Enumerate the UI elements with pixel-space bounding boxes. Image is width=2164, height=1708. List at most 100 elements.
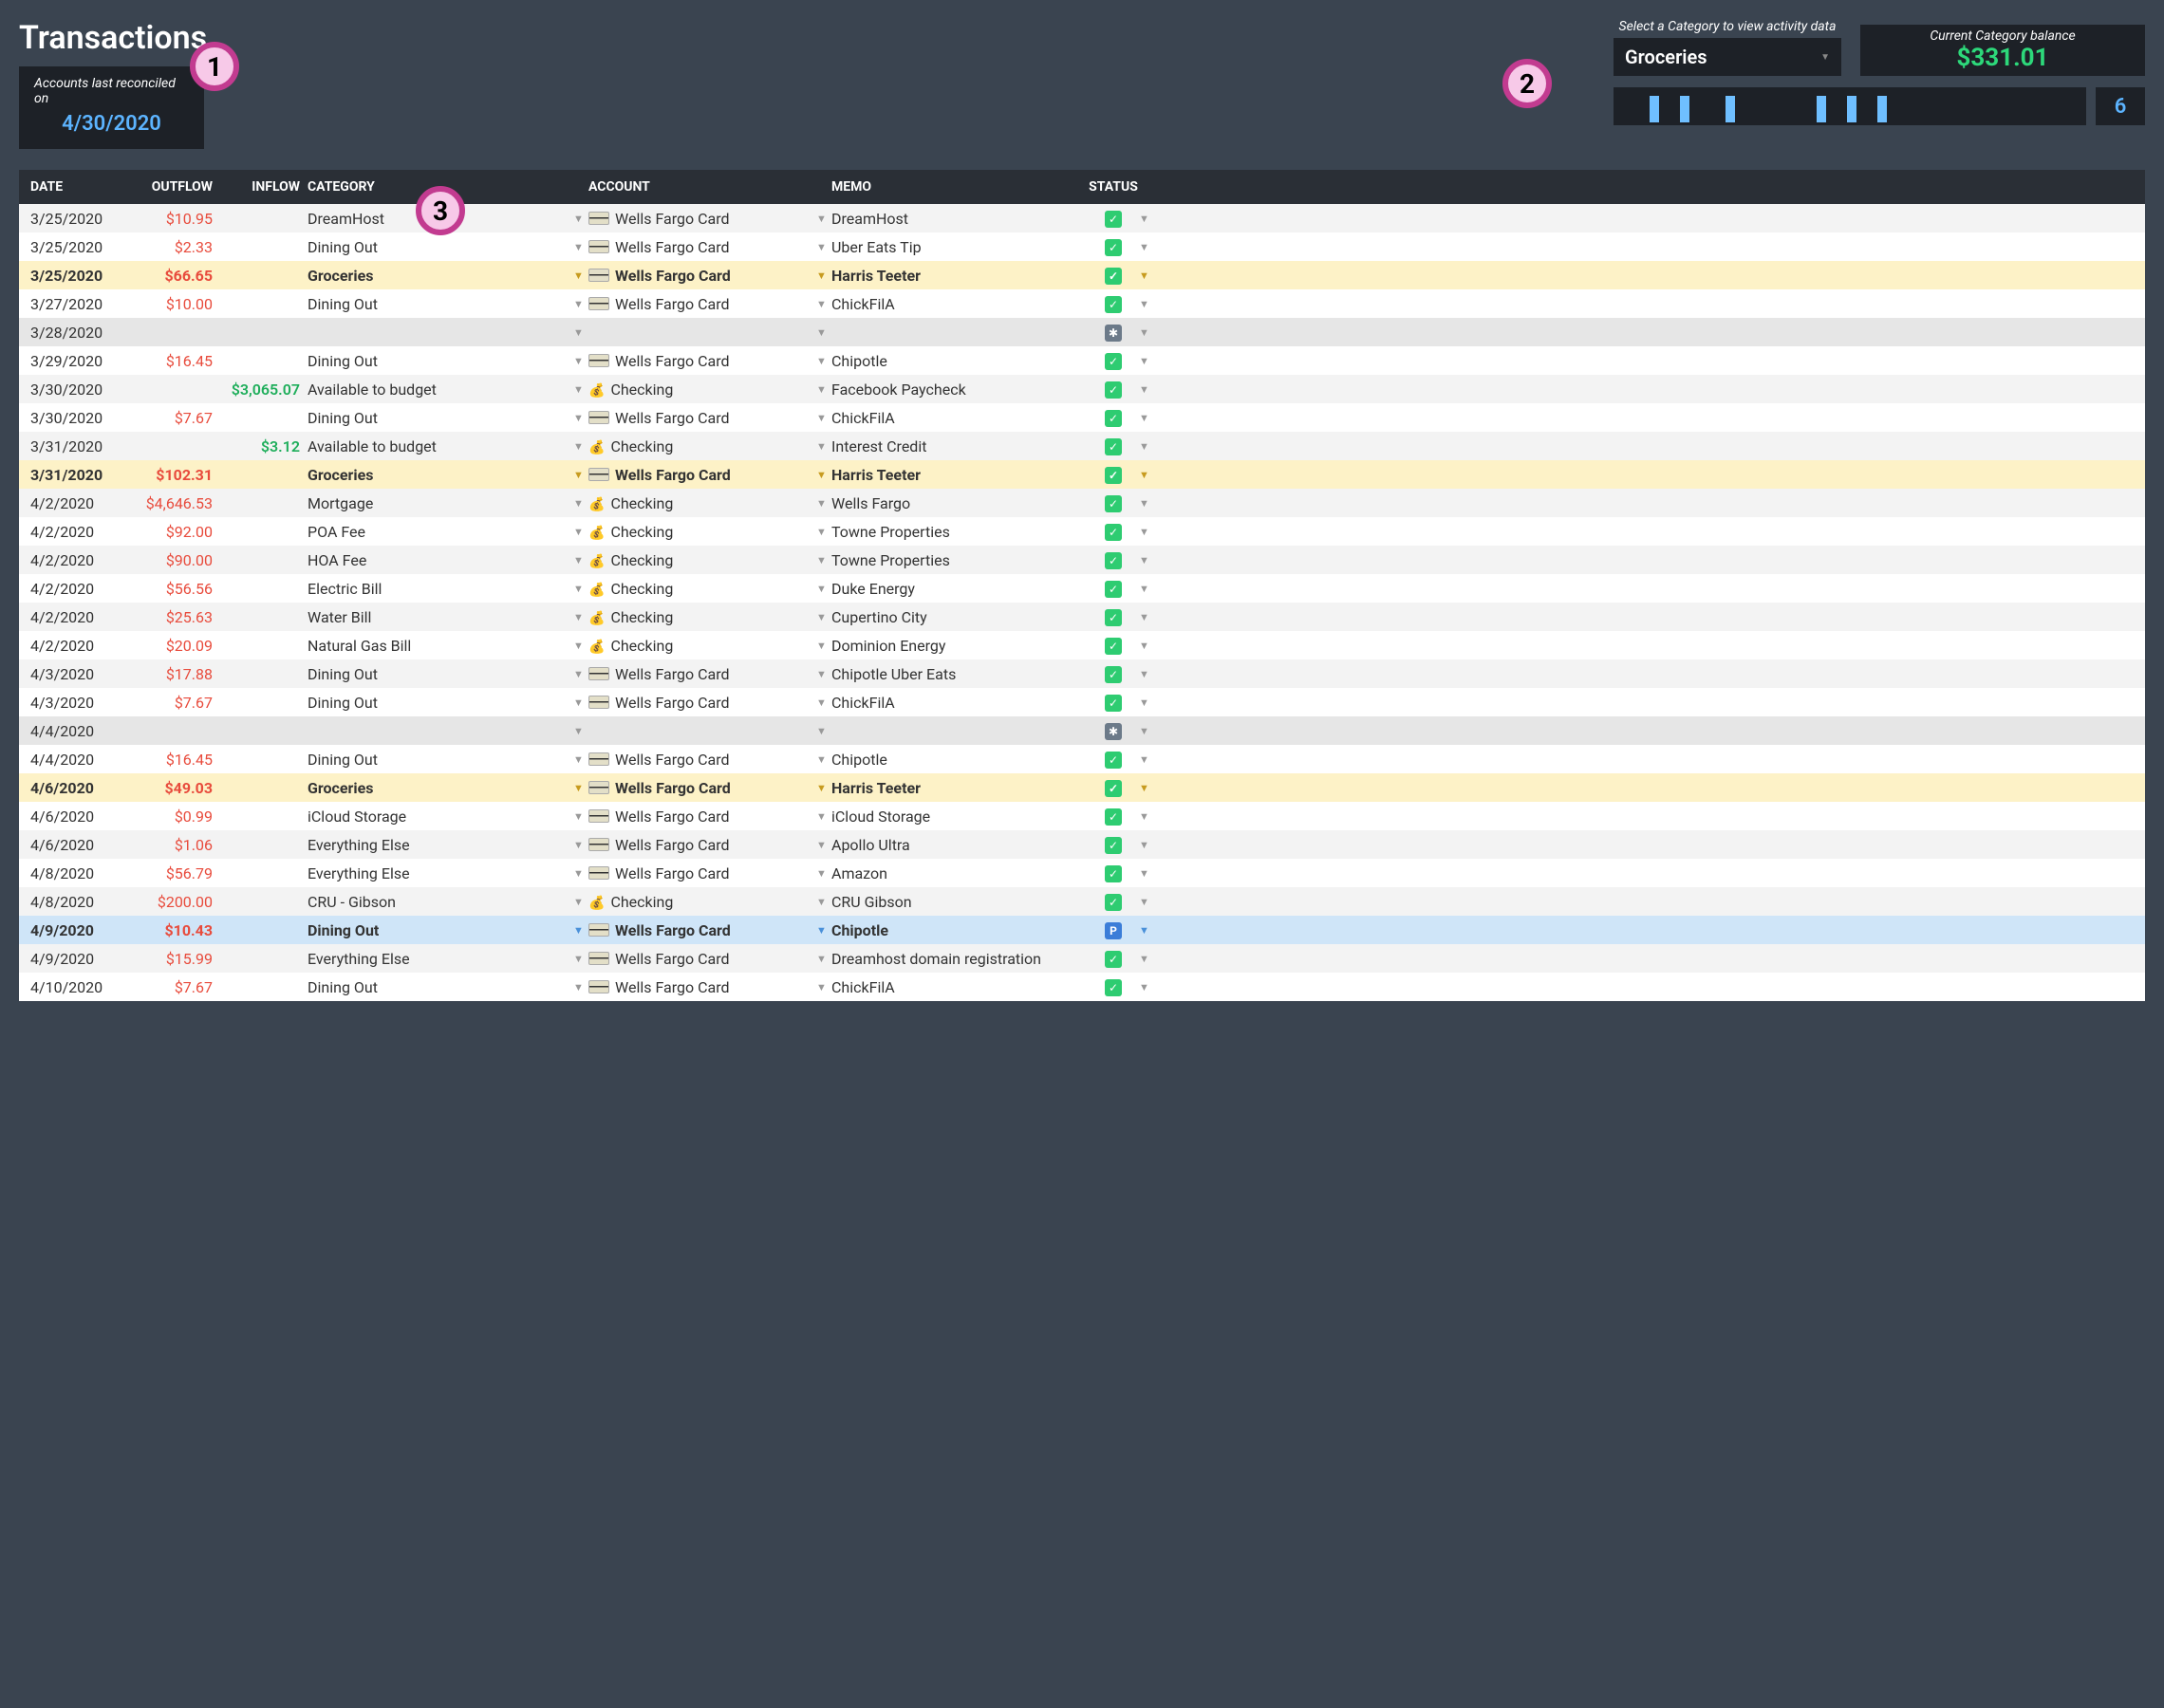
cell-category[interactable]: Groceries	[308, 267, 573, 285]
account-dropdown-icon[interactable]: ▼	[816, 554, 831, 566]
account-dropdown-icon[interactable]: ▼	[816, 440, 831, 453]
table-row[interactable]: 4/8/2020$56.79Everything Else▼Wells Farg…	[19, 859, 2145, 887]
cell-account[interactable]: Wells Fargo Card	[588, 409, 816, 427]
category-dropdown-icon[interactable]: ▼	[573, 269, 588, 282]
category-dropdown-icon[interactable]: ▼	[573, 725, 588, 737]
cell-account[interactable]: Checking	[588, 381, 816, 399]
table-row[interactable]: 4/6/2020$1.06Everything Else▼Wells Fargo…	[19, 830, 2145, 859]
col-inflow[interactable]: INFLOW	[220, 179, 308, 195]
cell-account[interactable]: Checking	[588, 551, 816, 569]
cell-outflow[interactable]: $56.56	[125, 580, 220, 598]
cell-outflow[interactable]: $10.43	[125, 921, 220, 939]
cell-outflow[interactable]: $90.00	[125, 551, 220, 569]
cell-account[interactable]: Wells Fargo Card	[588, 921, 816, 939]
table-row[interactable]: 4/9/2020$15.99Everything Else▼Wells Farg…	[19, 944, 2145, 973]
cell-account[interactable]: Checking	[588, 580, 816, 598]
category-dropdown-icon[interactable]: ▼	[573, 953, 588, 965]
cell-category[interactable]: Groceries	[308, 466, 573, 484]
account-dropdown-icon[interactable]: ▼	[816, 497, 831, 510]
status-dropdown-icon[interactable]: ▼	[1139, 611, 1164, 623]
cell-status[interactable]: ✓	[1088, 294, 1139, 313]
cell-outflow[interactable]: $7.67	[125, 694, 220, 712]
cell-outflow[interactable]: $200.00	[125, 893, 220, 911]
cell-status[interactable]: ✓	[1088, 636, 1139, 655]
cell-category[interactable]: Electric Bill	[308, 580, 573, 598]
category-dropdown-icon[interactable]: ▼	[573, 469, 588, 481]
cell-date[interactable]: 4/8/2020	[30, 893, 125, 911]
cell-date[interactable]: 4/10/2020	[30, 978, 125, 996]
cell-status[interactable]: P	[1088, 920, 1139, 939]
cell-inflow[interactable]: $3.12	[220, 437, 308, 455]
cell-status[interactable]: ✓	[1088, 579, 1139, 598]
status-dropdown-icon[interactable]: ▼	[1139, 412, 1164, 424]
cell-status[interactable]: ✓	[1088, 522, 1139, 541]
table-row[interactable]: 4/3/2020$7.67Dining Out▼Wells Fargo Card…	[19, 688, 2145, 716]
cell-date[interactable]: 3/27/2020	[30, 295, 125, 313]
table-row[interactable]: 3/31/2020$3.12Available to budget▼Checki…	[19, 432, 2145, 460]
account-dropdown-icon[interactable]: ▼	[816, 213, 831, 225]
cell-status[interactable]: ✓	[1088, 778, 1139, 797]
account-dropdown-icon[interactable]: ▼	[816, 469, 831, 481]
category-dropdown-icon[interactable]: ▼	[573, 640, 588, 652]
cell-category[interactable]: Dining Out	[308, 238, 573, 256]
cell-outflow[interactable]: $10.00	[125, 295, 220, 313]
table-row[interactable]: 4/4/2020▼▼✱▼	[19, 716, 2145, 745]
cell-memo[interactable]: ChickFilA	[831, 295, 1088, 313]
cell-status[interactable]: ✓	[1088, 750, 1139, 769]
cell-memo[interactable]: Uber Eats Tip	[831, 238, 1088, 256]
account-dropdown-icon[interactable]: ▼	[816, 640, 831, 652]
cell-account[interactable]: Wells Fargo Card	[588, 665, 816, 683]
status-dropdown-icon[interactable]: ▼	[1139, 269, 1164, 282]
table-row[interactable]: 4/4/2020$16.45Dining Out▼Wells Fargo Car…	[19, 745, 2145, 773]
cell-status[interactable]: ✓	[1088, 493, 1139, 512]
category-dropdown-icon[interactable]: ▼	[573, 696, 588, 709]
status-dropdown-icon[interactable]: ▼	[1139, 782, 1164, 794]
cell-memo[interactable]: Dominion Energy	[831, 637, 1088, 655]
cell-account[interactable]: Wells Fargo Card	[588, 751, 816, 769]
cell-account[interactable]: Wells Fargo Card	[588, 808, 816, 826]
cell-memo[interactable]: DreamHost	[831, 210, 1088, 228]
cell-status[interactable]: ✓	[1088, 266, 1139, 285]
cell-category[interactable]: CRU - Gibson	[308, 893, 573, 911]
account-dropdown-icon[interactable]: ▼	[816, 298, 831, 310]
cell-account[interactable]: Wells Fargo Card	[588, 950, 816, 968]
cell-category[interactable]: Dining Out	[308, 921, 573, 939]
category-dropdown-icon[interactable]: ▼	[573, 213, 588, 225]
cell-category[interactable]: Dining Out	[308, 352, 573, 370]
category-dropdown-icon[interactable]: ▼	[573, 412, 588, 424]
cell-outflow[interactable]: $15.99	[125, 950, 220, 968]
cell-date[interactable]: 4/3/2020	[30, 694, 125, 712]
cell-memo[interactable]: Duke Energy	[831, 580, 1088, 598]
table-row[interactable]: 3/28/2020▼▼✱▼	[19, 318, 2145, 346]
cell-category[interactable]: Everything Else	[308, 864, 573, 882]
cell-memo[interactable]: Facebook Paycheck	[831, 381, 1088, 399]
cell-date[interactable]: 4/2/2020	[30, 608, 125, 626]
table-row[interactable]: 3/25/2020$66.65Groceries▼Wells Fargo Car…	[19, 261, 2145, 289]
cell-date[interactable]: 4/6/2020	[30, 836, 125, 854]
cell-outflow[interactable]: $0.99	[125, 808, 220, 826]
cell-date[interactable]: 4/4/2020	[30, 722, 125, 740]
status-dropdown-icon[interactable]: ▼	[1139, 583, 1164, 595]
cell-status[interactable]: ✓	[1088, 351, 1139, 370]
status-dropdown-icon[interactable]: ▼	[1139, 554, 1164, 566]
cell-inflow[interactable]: $3,065.07	[220, 381, 308, 399]
account-dropdown-icon[interactable]: ▼	[816, 668, 831, 680]
category-dropdown-icon[interactable]: ▼	[573, 326, 588, 339]
account-dropdown-icon[interactable]: ▼	[816, 896, 831, 908]
category-dropdown-icon[interactable]: ▼	[573, 440, 588, 453]
col-status[interactable]: STATUS	[1088, 179, 1139, 195]
cell-account[interactable]: Wells Fargo Card	[588, 210, 816, 228]
cell-status[interactable]: ✓	[1088, 550, 1139, 569]
cell-date[interactable]: 4/3/2020	[30, 665, 125, 683]
cell-status[interactable]: ✓	[1088, 949, 1139, 968]
cell-category[interactable]: Available to budget	[308, 437, 573, 455]
cell-category[interactable]: Dining Out	[308, 409, 573, 427]
cell-category[interactable]: Dining Out	[308, 978, 573, 996]
table-row[interactable]: 4/3/2020$17.88Dining Out▼Wells Fargo Car…	[19, 659, 2145, 688]
cell-category[interactable]: Natural Gas Bill	[308, 637, 573, 655]
cell-date[interactable]: 3/30/2020	[30, 409, 125, 427]
account-dropdown-icon[interactable]: ▼	[816, 981, 831, 993]
cell-account[interactable]: Checking	[588, 494, 816, 512]
cell-date[interactable]: 4/4/2020	[30, 751, 125, 769]
category-dropdown-icon[interactable]: ▼	[573, 583, 588, 595]
